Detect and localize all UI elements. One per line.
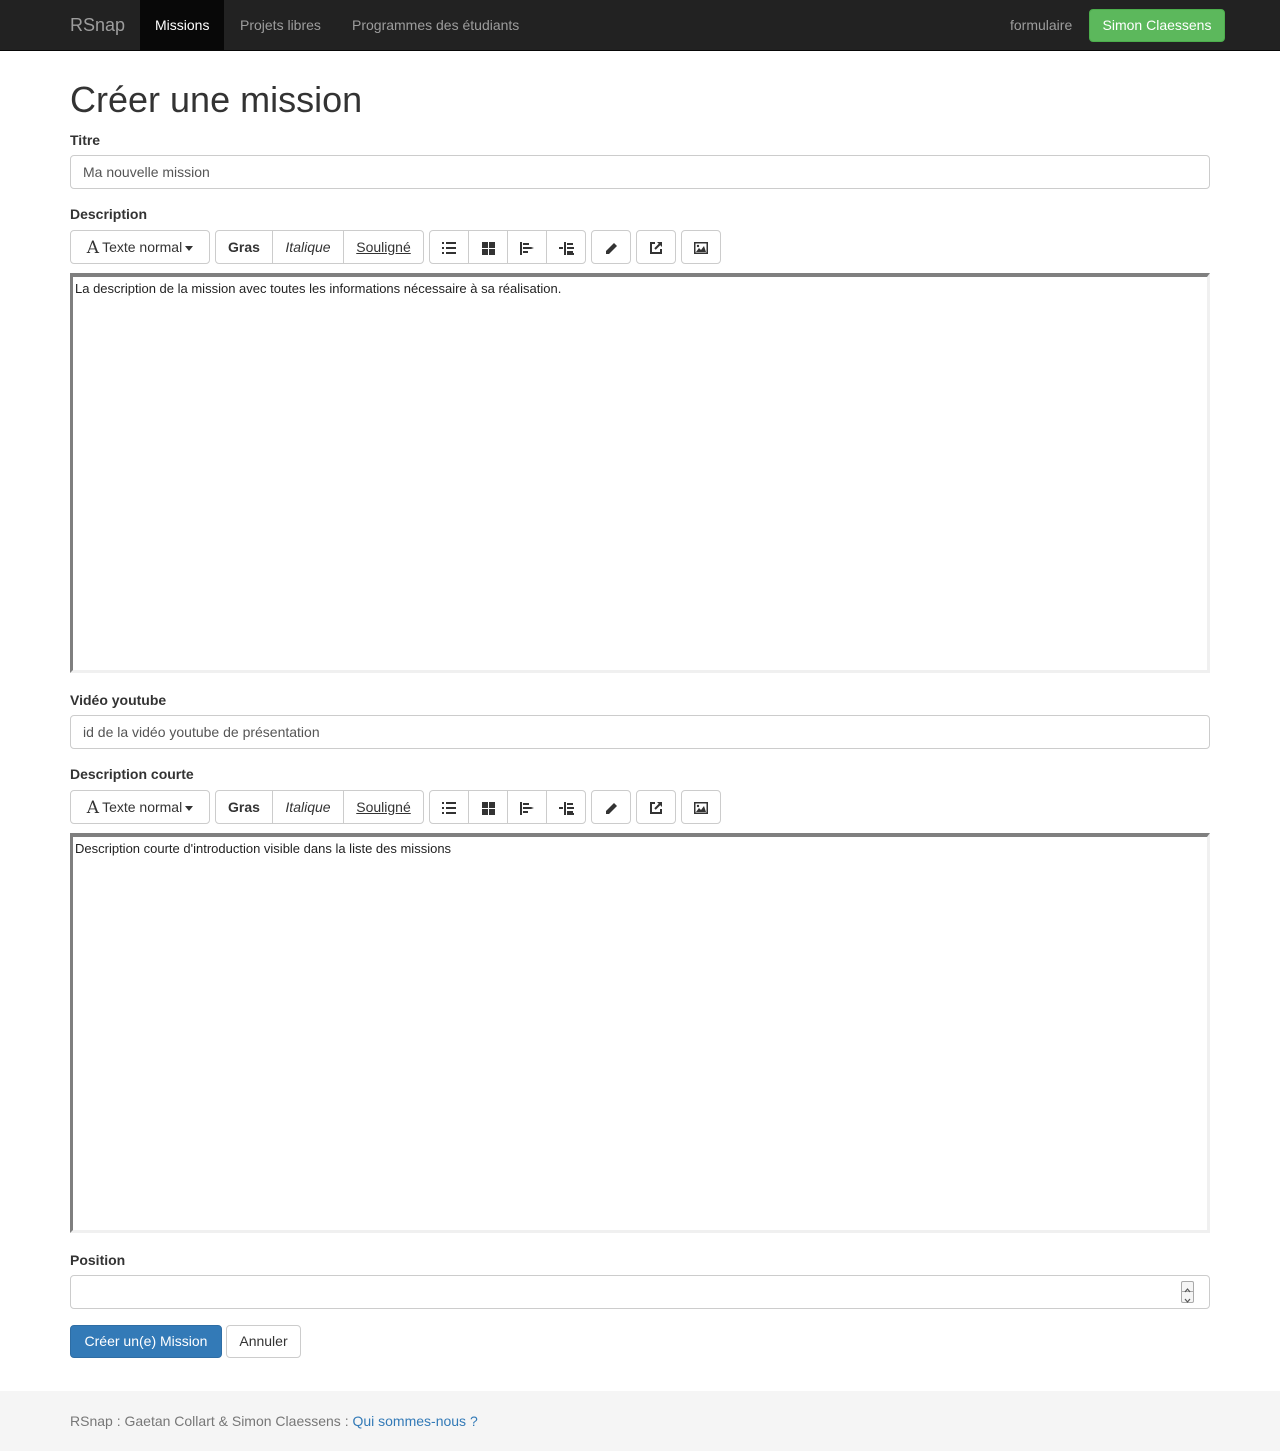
description-editor[interactable]: La description de la mission avec toutes… xyxy=(70,273,1210,673)
insert-image-button[interactable] xyxy=(681,230,721,264)
picture-icon xyxy=(694,802,708,815)
edit-html-button[interactable] xyxy=(591,230,631,264)
titre-label: Titre xyxy=(70,132,101,148)
footer: RSnap : Gaetan Collart & Simon Claessens… xyxy=(0,1391,1280,1451)
titre-input[interactable]: Ma nouvelle mission xyxy=(70,155,1210,189)
share-icon xyxy=(650,802,662,815)
underline-button[interactable]: Souligné xyxy=(343,230,424,264)
unordered-list-button[interactable] xyxy=(429,790,469,824)
footer-credits: RSnap : Gaetan Collart & Simon Claessens… xyxy=(70,1413,353,1429)
insert-image-button[interactable] xyxy=(681,790,721,824)
cancel-button[interactable]: Annuler xyxy=(226,1325,301,1358)
outdent-icon xyxy=(519,241,534,255)
outdent-icon xyxy=(519,801,534,815)
font-style-label: Texte normal xyxy=(102,239,183,255)
list-icon xyxy=(442,242,456,255)
ordered-list-button[interactable] xyxy=(468,790,508,824)
page-title: Créer une mission xyxy=(70,79,363,120)
outdent-button[interactable] xyxy=(507,230,547,264)
brand-logo[interactable]: RSnap xyxy=(70,0,125,50)
underline-button[interactable]: Souligné xyxy=(343,790,424,824)
font-style-dropdown[interactable]: A Texte normal xyxy=(70,790,210,824)
edit-html-button[interactable] xyxy=(591,790,631,824)
unordered-list-button[interactable] xyxy=(429,230,469,264)
create-mission-button[interactable]: Créer un(e) Mission xyxy=(70,1325,222,1358)
indent-button[interactable] xyxy=(546,790,586,824)
italic-button[interactable]: Italique xyxy=(272,790,344,824)
font-icon: A xyxy=(86,238,100,258)
spin-down-icon[interactable] xyxy=(1182,1292,1193,1303)
ordered-list-button[interactable] xyxy=(468,230,508,264)
nav-item-programmes[interactable]: Programmes des étudiants xyxy=(337,0,534,50)
spin-up-icon[interactable] xyxy=(1182,1282,1193,1293)
font-icon: A xyxy=(86,798,100,818)
about-link[interactable]: Qui sommes-nous ? xyxy=(352,1413,477,1429)
th-large-icon xyxy=(481,801,495,815)
description-toolbar: A Texte normal Gras Italique Souligné xyxy=(70,230,730,264)
picture-icon xyxy=(694,242,708,255)
description-label: Description xyxy=(70,206,148,222)
indent-icon xyxy=(558,801,574,815)
video-label: Vidéo youtube xyxy=(70,692,167,708)
footer-text: RSnap : Gaetan Collart & Simon Claessens… xyxy=(70,1413,478,1429)
nav-link-formulaire[interactable]: formulaire xyxy=(1010,0,1072,50)
th-large-icon xyxy=(481,241,495,255)
font-style-dropdown[interactable]: A Texte normal xyxy=(70,230,210,264)
video-input[interactable]: id de la vidéo youtube de présentation xyxy=(70,715,1210,749)
caret-down-icon xyxy=(185,805,194,811)
pencil-icon xyxy=(605,802,617,814)
indent-button[interactable] xyxy=(546,230,586,264)
number-spinner[interactable] xyxy=(1181,1281,1194,1303)
pencil-icon xyxy=(605,242,617,254)
bold-button[interactable]: Gras xyxy=(215,230,273,264)
list-icon xyxy=(442,802,456,815)
position-input[interactable] xyxy=(70,1275,1210,1309)
description-courte-toolbar: A Texte normal Gras Italique Souligné xyxy=(70,790,730,824)
description-courte-editor[interactable]: Description courte d'introduction visibl… xyxy=(70,833,1210,1233)
indent-icon xyxy=(558,241,574,255)
position-label: Position xyxy=(70,1252,126,1268)
insert-link-button[interactable] xyxy=(636,230,676,264)
nav-item-projets-libres[interactable]: Projets libres xyxy=(225,0,336,50)
nav-item-missions[interactable]: Missions xyxy=(140,0,225,50)
description-courte-label: Description courte xyxy=(70,766,194,782)
italic-button[interactable]: Italique xyxy=(272,230,344,264)
caret-down-icon xyxy=(185,245,194,251)
bold-button[interactable]: Gras xyxy=(215,790,273,824)
top-navbar: RSnap Missions Projets libres Programmes… xyxy=(0,0,1280,51)
share-icon xyxy=(650,242,662,255)
font-style-label: Texte normal xyxy=(102,799,183,815)
insert-link-button[interactable] xyxy=(636,790,676,824)
user-menu-button[interactable]: Simon Claessens xyxy=(1089,9,1225,42)
outdent-button[interactable] xyxy=(507,790,547,824)
